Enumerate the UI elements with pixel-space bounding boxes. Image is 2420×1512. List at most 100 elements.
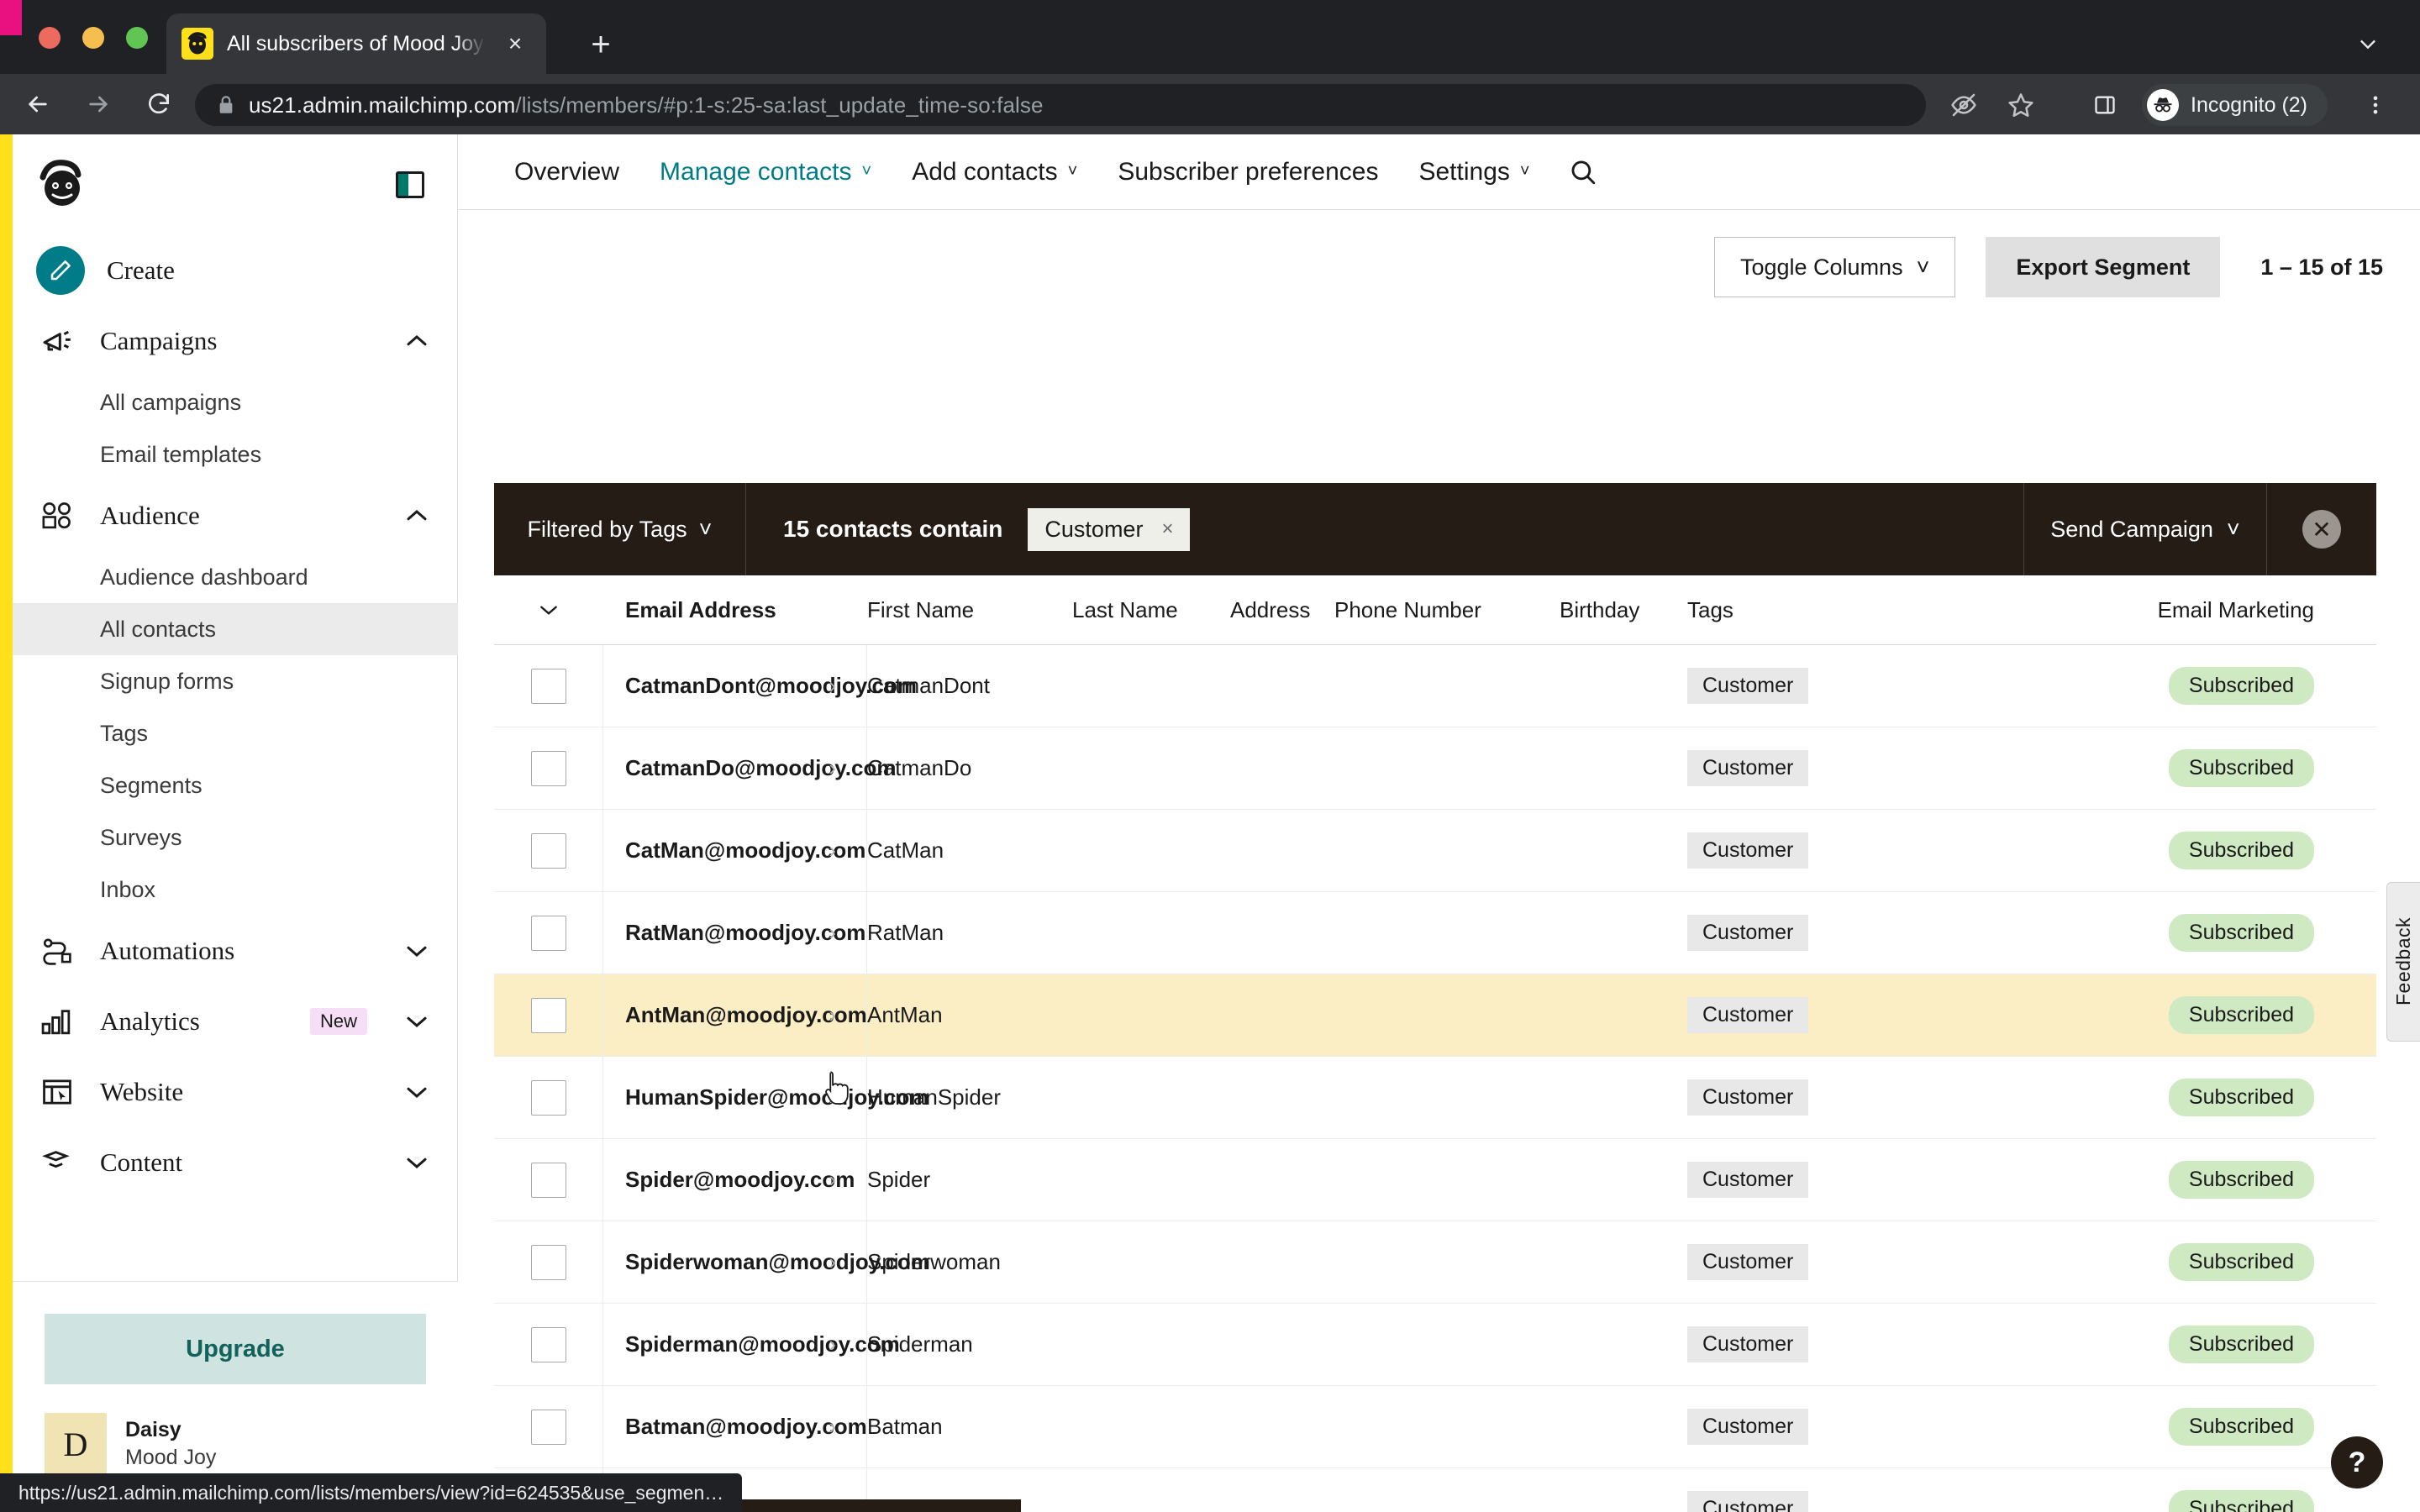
- column-header-first-name[interactable]: First Name: [867, 597, 1072, 623]
- email-cell[interactable]: Spider@moodjoy.com ›: [603, 1139, 867, 1221]
- email-cell[interactable]: Batman@moodjoy.com ›: [603, 1386, 867, 1467]
- row-checkbox[interactable]: [530, 1326, 566, 1362]
- column-header-birthday[interactable]: Birthday: [1560, 597, 1687, 623]
- sidebar-item-analytics[interactable]: Analytics New: [13, 986, 458, 1057]
- email-cell[interactable]: CatmanDont@moodjoy.com ›: [603, 645, 917, 727]
- tag-pill[interactable]: Customer: [1687, 1162, 1809, 1198]
- browser-tab[interactable]: All subscribers of Mood Joy | M ×: [166, 13, 546, 74]
- export-segment-button[interactable]: Export Segment: [1986, 237, 2221, 297]
- sidebar-item-automations[interactable]: Automations: [13, 916, 458, 986]
- sidebar-item-website[interactable]: Website: [13, 1057, 458, 1127]
- tab-subscriber-preferences[interactable]: Subscriber preferences: [1097, 158, 1398, 186]
- tag-pill[interactable]: Customer: [1687, 997, 1809, 1033]
- filter-tag-chip[interactable]: Customer ×: [1028, 507, 1191, 551]
- collapse-panel-icon[interactable]: [396, 171, 424, 198]
- chevron-right-icon[interactable]: ›: [829, 920, 836, 946]
- sidebar-item-content[interactable]: Content: [13, 1127, 458, 1198]
- sidebar-item-signup-forms[interactable]: Signup forms: [13, 655, 458, 707]
- table-row[interactable]: Batman@moodjoy.com › Batman Customer Subscri…: [494, 1386, 2376, 1468]
- close-window-button[interactable]: [39, 27, 60, 49]
- row-checkbox[interactable]: [530, 915, 566, 951]
- profile-chip[interactable]: Incognito (2): [2142, 84, 2328, 126]
- email-cell[interactable]: RatMan@moodjoy.com ›: [603, 892, 867, 974]
- chevron-right-icon[interactable]: ›: [829, 1167, 836, 1193]
- chevron-right-icon[interactable]: ›: [829, 673, 836, 699]
- email-cell[interactable]: AntMan@moodjoy.com ›: [603, 974, 867, 1056]
- table-row[interactable]: HumanSpider@moodjoy.com›HumanSpiderCusto…: [494, 1057, 2376, 1139]
- tag-pill[interactable]: Customer: [1687, 1409, 1809, 1445]
- sidebar-item-tags[interactable]: Tags: [13, 707, 458, 759]
- sidebar-item-create[interactable]: Create: [13, 235, 458, 306]
- column-header-tags[interactable]: Tags: [1687, 597, 1939, 623]
- table-row[interactable]: CatmanDo@moodjoy.com › CatmanDo Customer Sub…: [494, 727, 2376, 810]
- tab-settings[interactable]: Settings ˅: [1398, 158, 1549, 186]
- row-checkbox[interactable]: [530, 1162, 566, 1198]
- send-campaign-button[interactable]: Send Campaign ˅: [2023, 483, 2267, 575]
- close-filter-button[interactable]: ✕: [2267, 483, 2376, 575]
- row-checkbox[interactable]: [530, 832, 566, 869]
- email-cell[interactable]: CatMan@moodjoy.com ›: [603, 810, 867, 891]
- chevron-right-icon[interactable]: ›: [829, 1331, 836, 1357]
- help-button[interactable]: ?: [2331, 1436, 2383, 1488]
- reload-icon[interactable]: [136, 81, 182, 127]
- email-cell[interactable]: Spiderman@moodjoy.com ›: [603, 1304, 900, 1385]
- sidebar-item-email-templates[interactable]: Email templates: [13, 428, 458, 480]
- sidebar-item-segments[interactable]: Segments: [13, 759, 458, 811]
- tag-pill[interactable]: Customer: [1687, 750, 1809, 786]
- tab-overview[interactable]: Overview: [494, 158, 639, 186]
- filtered-by-tags-dropdown[interactable]: Filtered by Tags ˅: [494, 483, 746, 575]
- column-header-email-marketing[interactable]: Email Marketing: [1939, 597, 2376, 623]
- row-checkbox[interactable]: [530, 668, 566, 704]
- new-tab-button[interactable]: +: [580, 24, 622, 66]
- table-row[interactable]: CatmanDont@moodjoy.com › CatmanDont Custome…: [494, 645, 2376, 727]
- table-row[interactable]: CatMan@moodjoy.com › CatMan Customer Subscri…: [494, 810, 2376, 892]
- eye-off-icon[interactable]: [1944, 86, 1983, 124]
- side-panel-icon[interactable]: [2086, 86, 2124, 124]
- chevron-right-icon[interactable]: ›: [829, 755, 836, 781]
- search-icon[interactable]: [1569, 158, 1597, 186]
- row-checkbox[interactable]: [530, 1079, 566, 1116]
- table-row[interactable]: RatMan@moodjoy.com › RatMan Customer Subscri…: [494, 892, 2376, 974]
- toggle-columns-button[interactable]: Toggle Columns ˅: [1713, 237, 1956, 297]
- remove-tag-icon[interactable]: ×: [1161, 517, 1173, 541]
- sidebar-item-inbox[interactable]: Inbox: [13, 864, 458, 916]
- email-cell[interactable]: Spiderwoman@moodjoy.com ›: [603, 1221, 930, 1303]
- sidebar-item-audience[interactable]: Audience: [13, 480, 458, 551]
- table-row[interactable]: AntMan@moodjoy.com › AntMan Customer Subscri…: [494, 974, 2376, 1057]
- table-row[interactable]: Spiderman@moodjoy.com › Spiderman Customer S…: [494, 1304, 2376, 1386]
- upgrade-button[interactable]: Upgrade: [45, 1314, 426, 1384]
- column-header-last-name[interactable]: Last Name: [1072, 597, 1230, 623]
- chevron-right-icon[interactable]: ›: [829, 1002, 836, 1028]
- sidebar-item-surveys[interactable]: Surveys: [13, 811, 458, 864]
- tag-pill[interactable]: Customer: [1687, 1491, 1809, 1512]
- row-checkbox[interactable]: [530, 997, 566, 1033]
- address-bar[interactable]: us21.admin.mailchimp.com/lists/members/#…: [195, 84, 1926, 126]
- chevron-down-icon[interactable]: [2349, 25, 2386, 62]
- forward-arrow-icon[interactable]: [76, 81, 121, 127]
- email-cell[interactable]: CatmanDo@moodjoy.com ›: [603, 727, 896, 809]
- minimize-window-button[interactable]: [82, 27, 104, 49]
- feedback-tab[interactable]: Feedback: [2386, 882, 2420, 1042]
- tab-manage-contacts[interactable]: Manage contacts ˅: [639, 158, 892, 186]
- back-arrow-icon[interactable]: [15, 81, 60, 127]
- row-checkbox[interactable]: [530, 750, 566, 786]
- sidebar-item-all-campaigns[interactable]: All campaigns: [13, 376, 458, 428]
- row-checkbox[interactable]: [530, 1244, 566, 1280]
- tag-pill[interactable]: Customer: [1687, 1326, 1809, 1362]
- column-header-email-address[interactable]: Email Address: [603, 597, 867, 623]
- column-header-address[interactable]: Address: [1230, 597, 1334, 623]
- chevron-right-icon[interactable]: ›: [829, 1249, 836, 1275]
- chevron-right-icon[interactable]: ›: [829, 837, 836, 864]
- sidebar-item-audience-dashboard[interactable]: Audience dashboard: [13, 551, 458, 603]
- tag-pill[interactable]: Customer: [1687, 1079, 1809, 1116]
- tag-pill[interactable]: Customer: [1687, 832, 1809, 869]
- select-all-dropdown[interactable]: [494, 602, 603, 617]
- chevron-right-icon[interactable]: ›: [829, 1414, 836, 1440]
- row-checkbox[interactable]: [530, 1409, 566, 1445]
- tag-pill[interactable]: Customer: [1687, 915, 1809, 951]
- close-icon[interactable]: ×: [499, 28, 531, 60]
- maximize-window-button[interactable]: [126, 27, 148, 49]
- kebab-menu-icon[interactable]: [2356, 86, 2395, 124]
- tag-pill[interactable]: Customer: [1687, 1244, 1809, 1280]
- sidebar-item-all-contacts[interactable]: All contacts: [13, 603, 458, 655]
